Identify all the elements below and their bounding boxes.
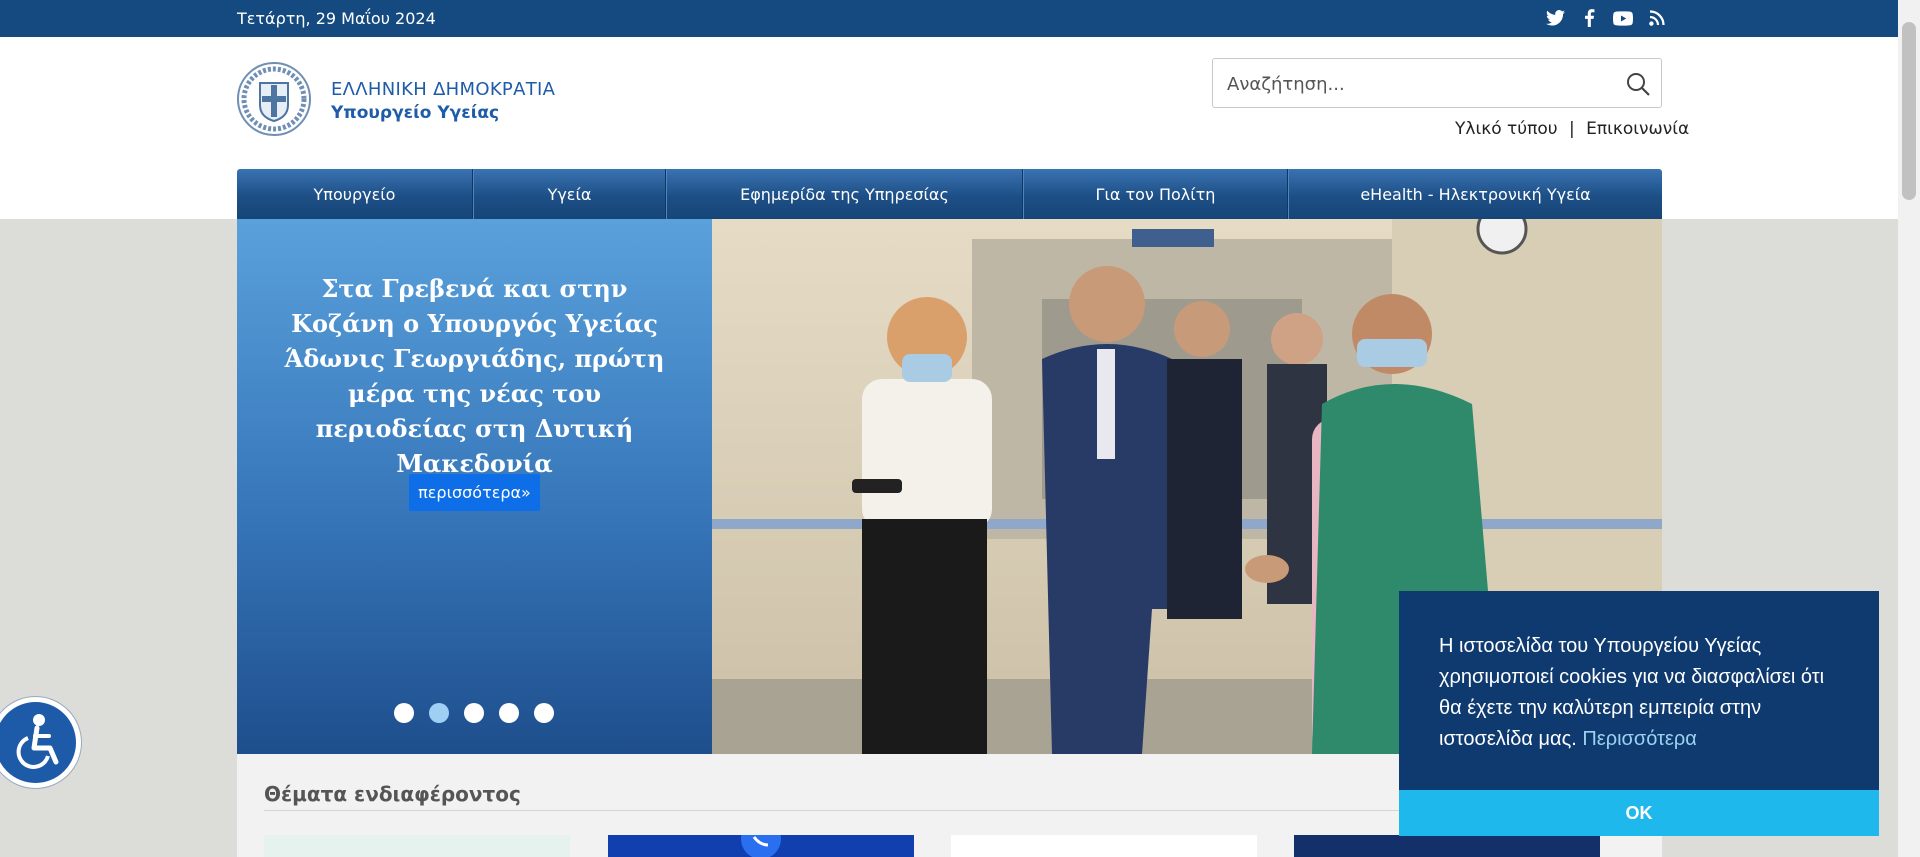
facebook-icon[interactable] (1579, 8, 1599, 28)
search-input[interactable] (1227, 71, 1607, 97)
twitter-icon[interactable] (1545, 8, 1565, 28)
slider-dots (394, 703, 554, 723)
topic-card[interactable] (1294, 835, 1600, 857)
search-icon[interactable] (1625, 71, 1651, 97)
nav-item-gazette[interactable]: Εφημερίδα της Υπηρεσίας (666, 169, 1023, 219)
main-navigation: Υπουργείο Υγεία Εφημερίδα της Υπηρεσίας … (237, 169, 1662, 219)
nav-item-citizen[interactable]: Για τον Πολίτη (1023, 169, 1288, 219)
nav-item-ministry[interactable]: Υπουργείο (237, 169, 473, 219)
logo-republic-text: ΕΛΛΗΝΙΚΗ ΔΗΜΟΚΡΑΤΙΑ (331, 79, 556, 100)
rss-icon[interactable] (1647, 8, 1667, 28)
scrollbar-thumb[interactable] (1902, 22, 1916, 200)
slider-dot[interactable] (534, 703, 554, 723)
top-bar: Τετάρτη, 29 Μαΐου 2024 (0, 0, 1898, 37)
slider-dot[interactable] (464, 703, 484, 723)
cookie-more-link[interactable]: Περισσότερα (1582, 728, 1696, 750)
logo-ministry-text: Υπουργείο Υγείας (331, 103, 500, 123)
slider-dot[interactable] (394, 703, 414, 723)
search-box (1212, 58, 1662, 108)
cookie-ok-button[interactable]: OK (1399, 790, 1879, 836)
topics-title: Θέματα ενδιαφέροντος (264, 782, 521, 806)
press-material-link[interactable]: Υλικό τύπου (1455, 119, 1558, 139)
wheelchair-icon (16, 714, 59, 769)
current-date: Τετάρτη, 29 Μαΐου 2024 (237, 9, 436, 28)
page-scrollbar[interactable] (1898, 0, 1920, 857)
slide-caption-panel: Στα Γρεβενά και στην Κοζάνη ο Υπουργός Υ… (237, 219, 712, 754)
slide-title[interactable]: Στα Γρεβενά και στην Κοζάνη ο Υπουργός Υ… (277, 271, 672, 481)
youtube-icon[interactable] (1613, 8, 1633, 28)
cookie-message: Η ιστοσελίδα του Υπουργείου Υγείας χρησι… (1439, 631, 1849, 755)
topic-card[interactable] (951, 835, 1257, 857)
slider-dot[interactable] (499, 703, 519, 723)
link-separator: | (1568, 119, 1575, 139)
nav-item-ehealth[interactable]: eHealth - Ηλεκτρονική Υγεία (1288, 169, 1662, 219)
header-links: Υλικό τύπου | Επικοινωνία (1455, 119, 1689, 139)
contact-link[interactable]: Επικοινωνία (1586, 119, 1689, 139)
accessibility-button[interactable] (0, 697, 81, 788)
slider-dot-active[interactable] (429, 703, 449, 723)
greek-coat-of-arms-logo[interactable] (236, 61, 312, 137)
nav-item-health[interactable]: Υγεία (473, 169, 666, 219)
slide-more-button[interactable]: περισσότερα» (409, 474, 540, 511)
topic-card[interactable] (264, 835, 570, 857)
cookie-consent-banner: Η ιστοσελίδα του Υπουργείου Υγείας χρησι… (1399, 591, 1879, 836)
social-links (1545, 8, 1667, 28)
topic-card[interactable] (608, 819, 914, 857)
